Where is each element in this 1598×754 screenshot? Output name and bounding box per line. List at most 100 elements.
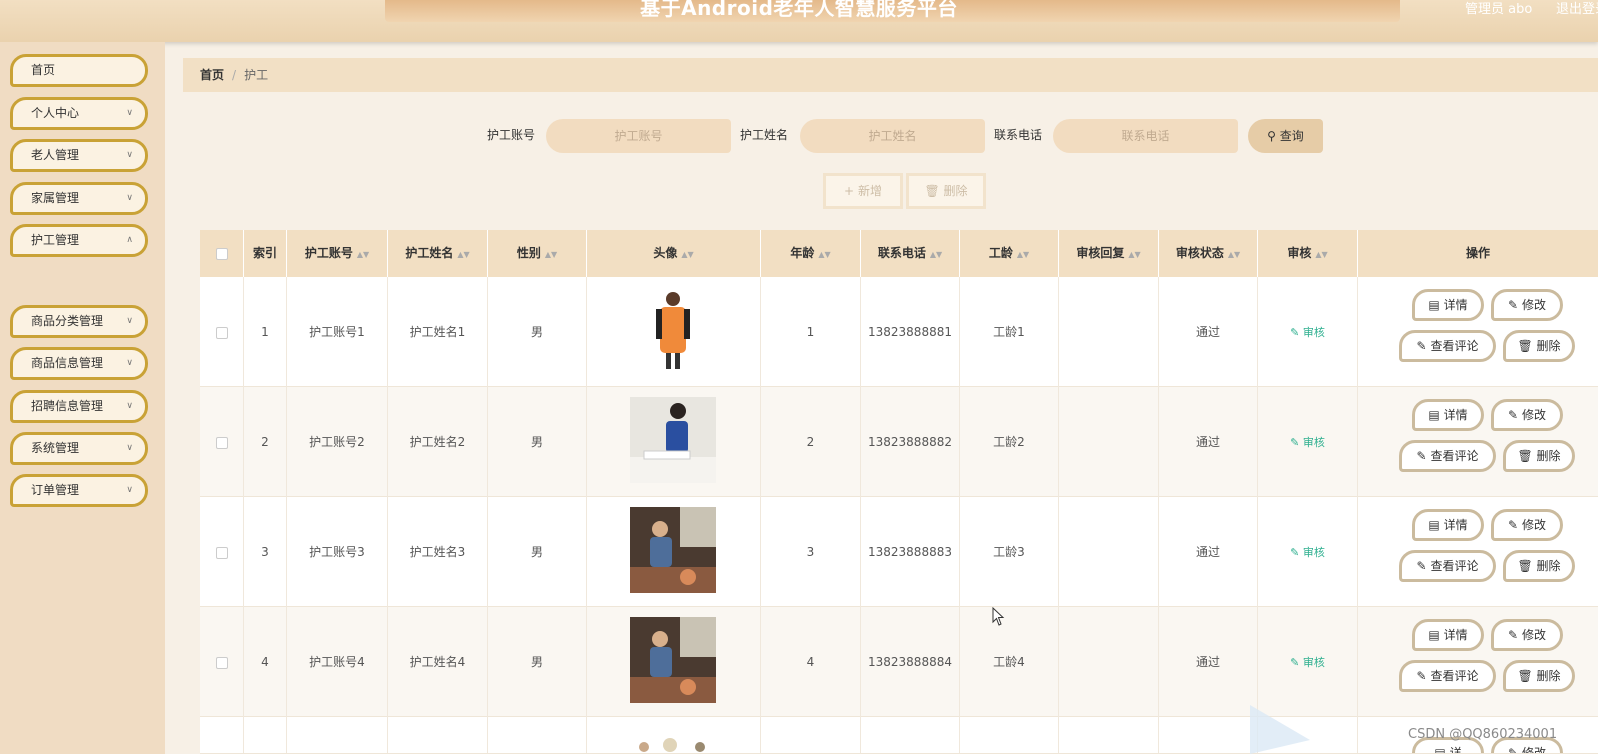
avatar[interactable] (630, 737, 716, 754)
view-comments-label: 查看评论 (1430, 449, 1479, 463)
sidebar-item-elderly[interactable]: 老人管理 ∨ (10, 139, 148, 172)
sort-icon[interactable]: ▲▼ (1315, 250, 1327, 259)
account-cell (287, 717, 388, 753)
sort-icon[interactable]: ▲▼ (1017, 250, 1029, 259)
avatar[interactable] (630, 617, 716, 703)
sidebar-item-label: 护工管理 (31, 233, 80, 247)
row-checkbox[interactable] (215, 436, 228, 449)
delete-button[interactable]: 🗑 删除 (1503, 550, 1575, 582)
audit-link[interactable]: ✎ 审核 (1290, 656, 1325, 669)
column-header[interactable]: 联系电话 ▲▼ (861, 230, 960, 277)
gender-cell (488, 717, 587, 753)
column-header[interactable]: 审核状态 ▲▼ (1159, 230, 1258, 277)
app-title: 基于Android老年人智慧服务平台 (640, 0, 958, 20)
sort-icon[interactable]: ▲▼ (1228, 250, 1240, 259)
detail-button-label: 详情 (1443, 628, 1468, 642)
column-header[interactable]: 头像 ▲▼ (587, 230, 761, 277)
view-comments-label: 查看评论 (1430, 559, 1479, 573)
audit-link[interactable]: ✎ 审核 (1290, 326, 1325, 339)
row-select-cell (200, 497, 244, 607)
select-all-checkbox[interactable] (215, 247, 228, 260)
sort-icon[interactable]: ▲▼ (457, 250, 469, 259)
phone-search-input[interactable] (1053, 119, 1238, 153)
detail-button[interactable]: ▤ 详情 (1412, 289, 1484, 321)
audit-link[interactable]: ✎ 审核 (1290, 546, 1325, 559)
column-header[interactable]: 审核回复 ▲▼ (1059, 230, 1159, 277)
trash-icon: 🗑 (1517, 449, 1533, 463)
trash-icon: 🗑 (924, 184, 940, 198)
sidebar-item-label: 家属管理 (31, 191, 80, 205)
edit-button-label: 修改 (1521, 408, 1546, 422)
audit-link[interactable]: ✎ 审核 (1290, 436, 1325, 449)
sidebar-item-caregiver[interactable]: 护工管理 ∧ (10, 224, 148, 257)
gender-cell: 男 (488, 497, 587, 607)
delete-button[interactable]: 🗑 删除 (1503, 660, 1575, 692)
trash-icon: 🗑 (1517, 669, 1533, 683)
seniority-cell: 工龄3 (960, 497, 1059, 607)
logout-link[interactable]: 退出登录 (1556, 0, 1598, 17)
column-header[interactable]: 审核 ▲▼ (1258, 230, 1358, 277)
query-button[interactable]: ⚲ 查询 (1248, 119, 1323, 153)
sidebar-item-label: 老人管理 (31, 148, 80, 162)
sort-icon[interactable]: ▲▼ (681, 250, 693, 259)
detail-button-label: 详 (1449, 746, 1462, 754)
breadcrumb-home[interactable]: 首页 (200, 68, 224, 82)
breadcrumb: 首页 / 护工 (183, 58, 1598, 92)
sidebar-item-product-info[interactable]: 商品信息管理 ∨ (10, 347, 148, 380)
view-comments-button[interactable]: ✎ 查看评论 (1399, 330, 1496, 362)
sort-icon[interactable]: ▲▼ (1128, 250, 1140, 259)
detail-button[interactable]: ▤ 详情 (1412, 619, 1484, 651)
row-checkbox[interactable] (215, 326, 228, 339)
column-header[interactable]: 年龄 ▲▼ (761, 230, 861, 277)
detail-button[interactable]: ▤ 详情 (1412, 509, 1484, 541)
detail-button[interactable]: ▤ 详情 (1412, 399, 1484, 431)
sidebar-item-system[interactable]: 系统管理 ∨ (10, 432, 148, 465)
detail-button-label: 详情 (1443, 518, 1468, 532)
chevron-down-icon: ∨ (126, 316, 133, 326)
edit-icon: ✎ (1290, 436, 1300, 449)
avatar[interactable] (630, 397, 716, 483)
sidebar-item-orders[interactable]: 订单管理 ∨ (10, 474, 148, 507)
account-cell: 护工账号4 (287, 607, 388, 717)
sidebar-item-home[interactable]: 首页 (10, 54, 148, 87)
column-header-label: 护工账号 (304, 246, 353, 260)
edit-button[interactable]: ✎ 修改 (1491, 619, 1563, 651)
edit-button[interactable]: ✎ 修改 (1491, 509, 1563, 541)
view-comments-button[interactable]: ✎ 查看评论 (1399, 660, 1496, 692)
edit-button-label: 修改 (1521, 746, 1546, 754)
search-icon: ⚲ (1267, 129, 1276, 143)
avatar[interactable] (630, 507, 716, 593)
sort-icon[interactable]: ▲▼ (930, 250, 942, 259)
name-cell: 护工姓名2 (388, 387, 488, 497)
row-checkbox[interactable] (215, 546, 228, 559)
sort-icon[interactable]: ▲▼ (818, 250, 830, 259)
column-header[interactable]: 性别 ▲▼ (488, 230, 587, 277)
view-comments-button[interactable]: ✎ 查看评论 (1399, 440, 1496, 472)
column-header[interactable]: 工龄 ▲▼ (960, 230, 1059, 277)
column-header-label: 审核回复 (1076, 246, 1125, 260)
column-header[interactable]: 护工姓名 ▲▼ (388, 230, 488, 277)
name-search-input[interactable] (800, 119, 985, 153)
audit-cell: ✎ 审核 (1258, 387, 1358, 497)
delete-button[interactable]: 🗑 删除 (1503, 440, 1575, 472)
avatar[interactable] (630, 287, 716, 373)
column-header-label: 头像 (653, 246, 678, 260)
edit-icon: ✎ (1508, 298, 1519, 312)
sidebar-item-personal-center[interactable]: 个人中心 ∨ (10, 97, 148, 130)
column-header[interactable]: 护工账号 ▲▼ (287, 230, 388, 277)
add-button[interactable]: + 新增 (823, 173, 903, 209)
audit-cell: ✎ 审核 (1258, 607, 1358, 717)
edit-button[interactable]: ✎ 修改 (1491, 399, 1563, 431)
delete-button[interactable]: 🗑 删除 (1503, 330, 1575, 362)
sidebar-item-product-category[interactable]: 商品分类管理 ∨ (10, 305, 148, 338)
account-search-input[interactable] (546, 119, 731, 153)
edit-button[interactable]: ✎ 修改 (1491, 289, 1563, 321)
sort-icon[interactable]: ▲▼ (357, 250, 369, 259)
batch-delete-button[interactable]: 🗑 删除 (906, 173, 986, 209)
view-comments-button[interactable]: ✎ 查看评论 (1399, 550, 1496, 582)
index-cell: 2 (244, 387, 287, 497)
sidebar-item-family[interactable]: 家属管理 ∨ (10, 182, 148, 215)
sort-icon[interactable]: ▲▼ (545, 250, 557, 259)
sidebar-item-recruitment[interactable]: 招聘信息管理 ∨ (10, 390, 148, 423)
row-checkbox[interactable] (215, 656, 228, 669)
